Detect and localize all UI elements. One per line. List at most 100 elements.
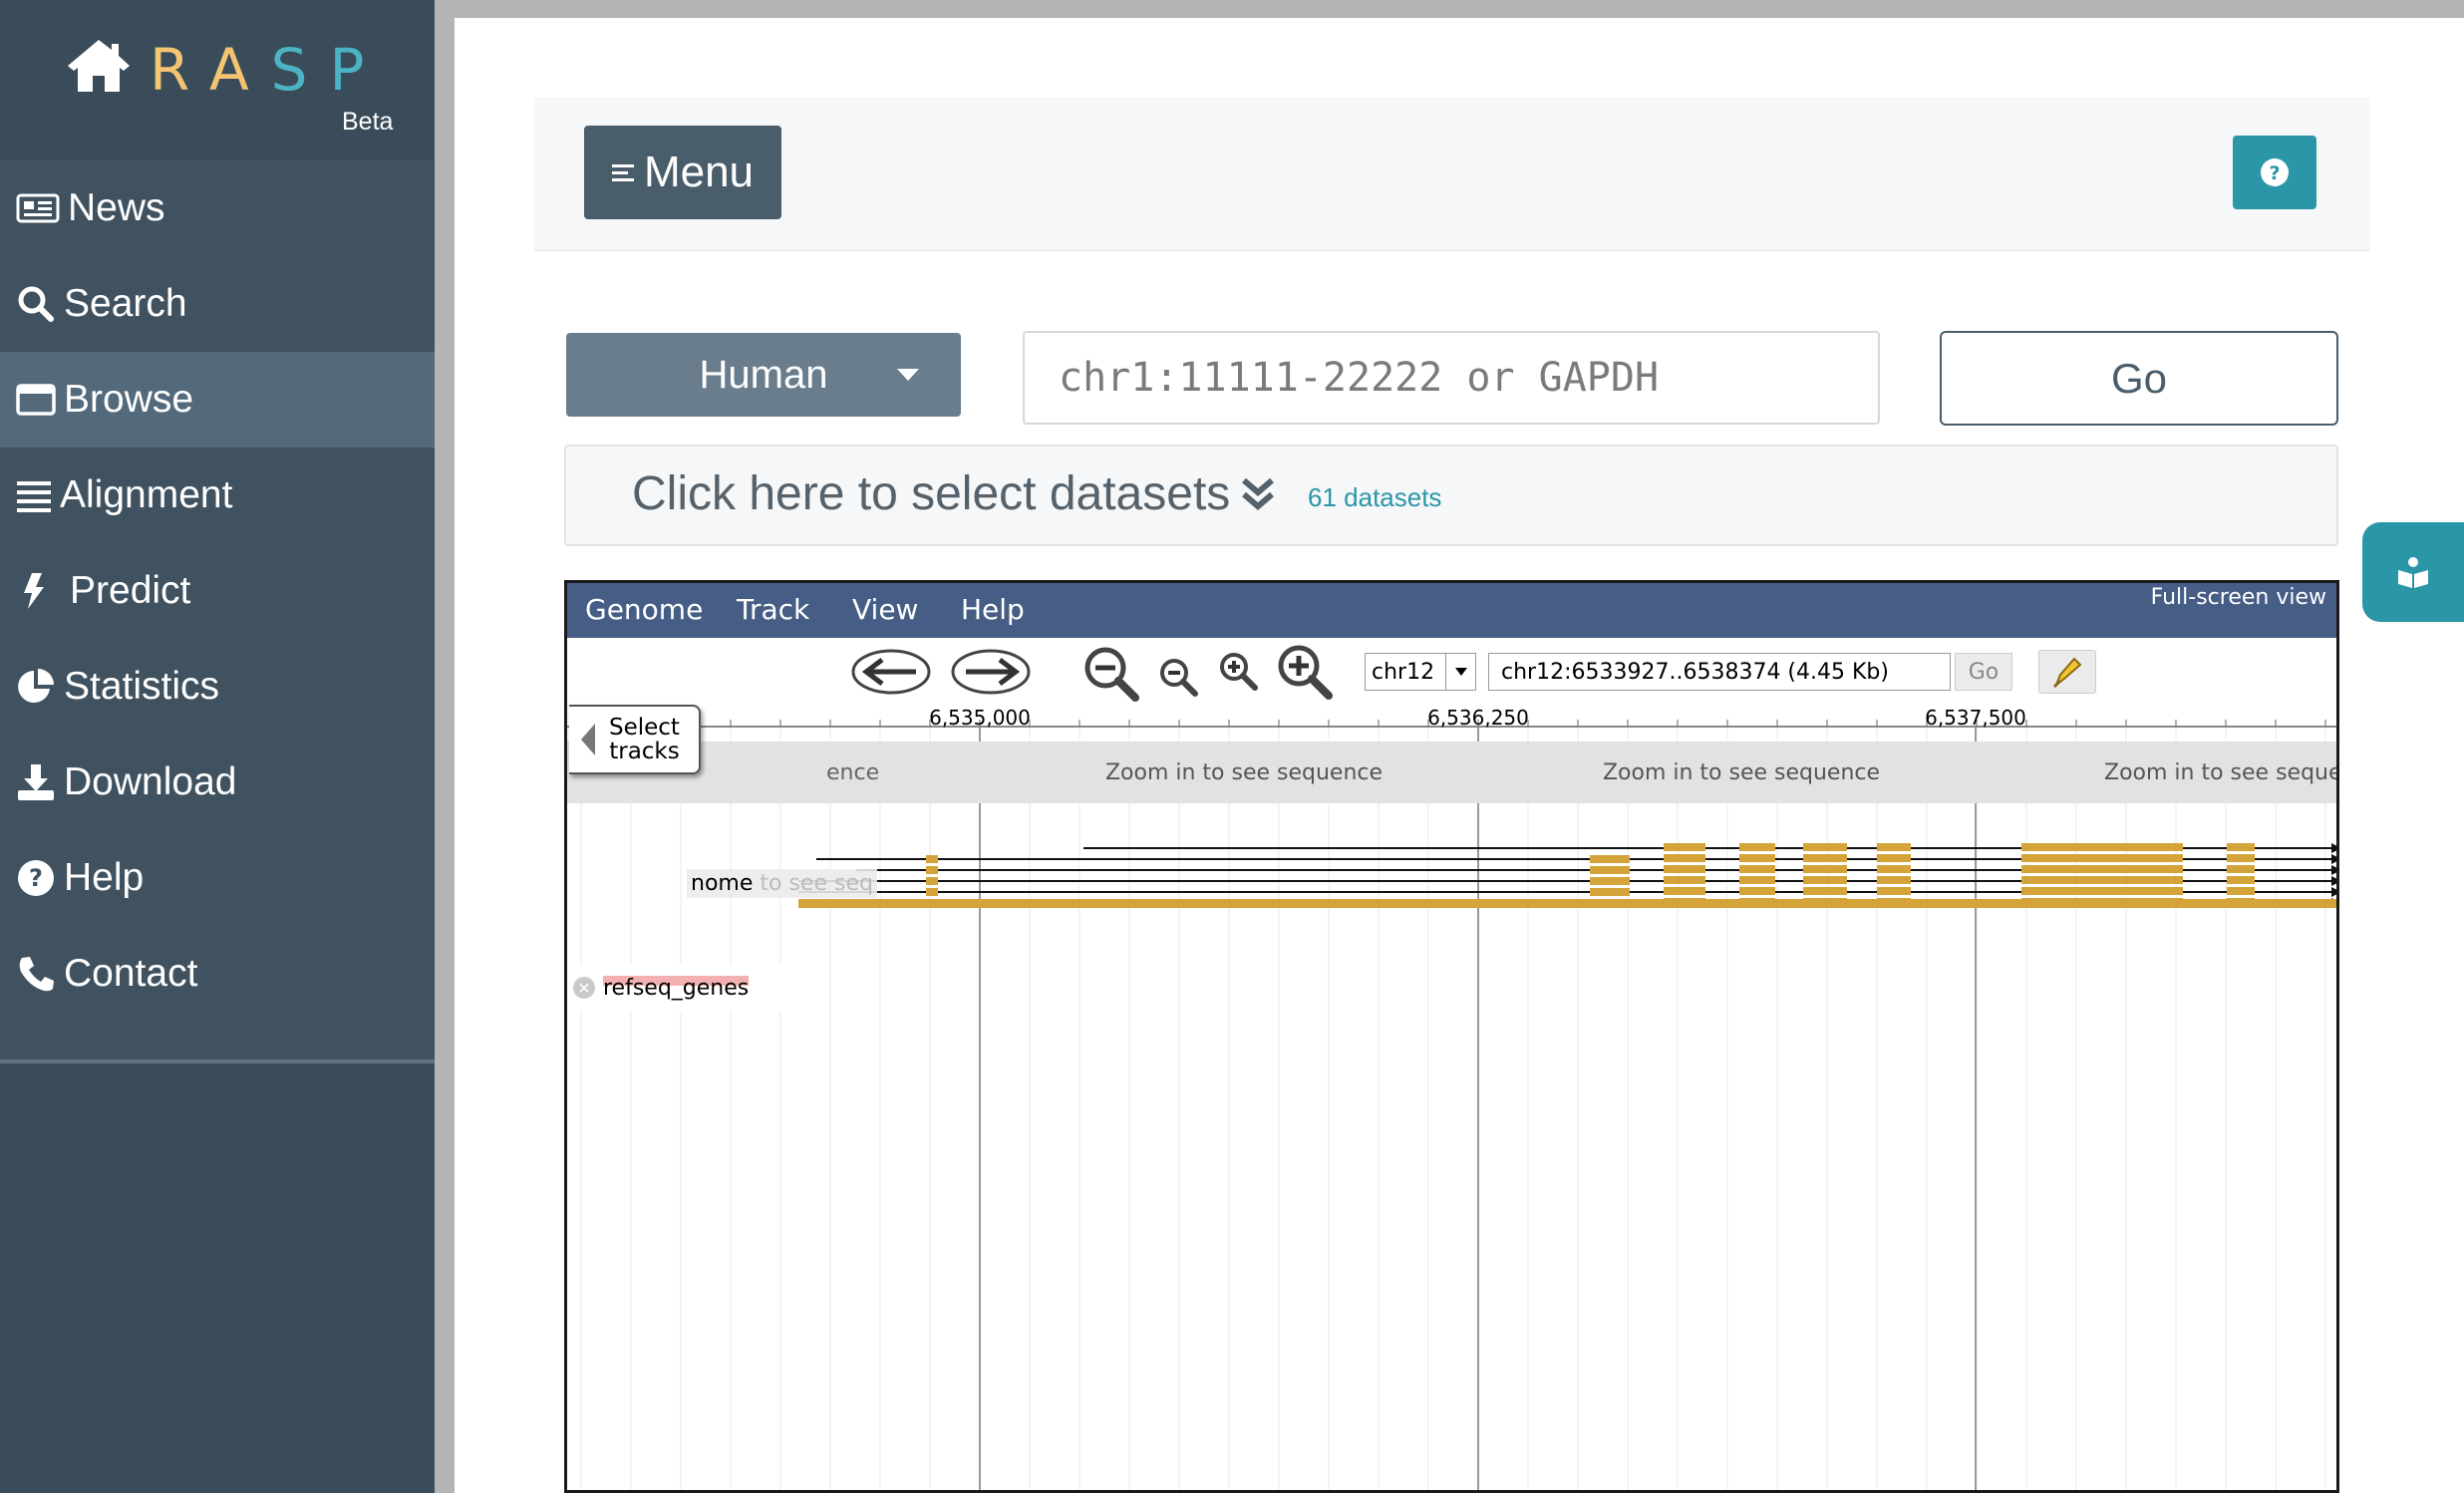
browser-menu-view[interactable]: View	[852, 593, 918, 626]
sidebar-item-label: Alignment	[60, 473, 233, 516]
go-button-label: Go	[2110, 354, 2168, 402]
logo[interactable]: RASP Beta	[0, 0, 435, 160]
sidebar-item-contact[interactable]: Contact	[0, 926, 435, 1022]
transcript-exon	[1877, 865, 1911, 873]
species-dropdown[interactable]: Human	[566, 333, 961, 417]
double-chevron-down-icon	[1242, 477, 1274, 510]
transcript-exon	[2021, 876, 2183, 884]
transcript-exon	[1803, 865, 1847, 873]
sidebar-item-help[interactable]: ? Help	[0, 830, 435, 926]
transcript-exon	[1877, 876, 1911, 884]
question-circle-icon: ?	[18, 860, 54, 896]
species-label: Human	[699, 352, 828, 397]
chromosome-value: chr12	[1372, 659, 1435, 685]
logo-letter-r: R	[150, 36, 209, 104]
pie-chart-icon	[18, 669, 54, 703]
menu-button[interactable]: Menu	[584, 126, 781, 219]
location-input[interactable]	[1488, 653, 1951, 691]
zoom-in-large-icon[interactable]	[1275, 642, 1335, 700]
transcript-exon	[2227, 887, 2255, 895]
sidebar-item-label: Browse	[64, 378, 194, 421]
sidebar-item-browse[interactable]: Browse	[0, 352, 435, 448]
browser-menu-bar: Genome Track View Help Full-screen view	[567, 583, 2336, 638]
beta-label: Beta	[342, 108, 394, 136]
svg-text:?: ?	[29, 864, 43, 892]
caret-down-icon	[897, 369, 919, 381]
browser-menu-track[interactable]: Track	[737, 593, 809, 626]
highlight-button[interactable]	[2038, 650, 2096, 694]
browser-menu-help[interactable]: Help	[961, 593, 1025, 626]
transcript-exon	[1739, 843, 1775, 851]
genome-track-hint-faint: to see seq	[760, 871, 873, 896]
sidebar-item-label: News	[68, 186, 165, 229]
track-label-refseq-genes[interactable]: ✕ refseq_genes	[567, 965, 811, 1011]
pan-right-icon[interactable]	[950, 648, 1032, 696]
strand-arrow	[2331, 843, 2336, 853]
transcript-exon	[2021, 898, 2183, 906]
transcript-exon	[1739, 865, 1775, 873]
chromosome-select[interactable]: chr12	[1365, 653, 1476, 691]
question-circle-icon: ?	[2261, 158, 2289, 186]
zoom-in-small-icon[interactable]	[1217, 650, 1261, 692]
transcript-exon	[1877, 887, 1911, 895]
zoom-out-small-icon[interactable]	[1157, 656, 1201, 698]
full-screen-link[interactable]: Full-screen view	[2151, 585, 2326, 610]
sidebar-item-alignment[interactable]: Alignment	[0, 448, 435, 543]
menu-button-label: Menu	[643, 148, 755, 196]
sequence-hint-3: Zoom in to see sequer	[2104, 760, 2339, 785]
transcript-exon	[2227, 876, 2255, 884]
sidebar-item-statistics[interactable]: Statistics	[0, 639, 435, 735]
pan-left-icon[interactable]	[850, 648, 932, 696]
transcript-exon	[1664, 854, 1705, 862]
transcript-exon	[2021, 865, 2183, 873]
ruler-label-1: 6,535,000	[929, 708, 1031, 730]
track-canvas: 6,535,000 6,536,250 6,537,500 ence Zoom …	[567, 708, 2339, 1490]
browser-menu-genome[interactable]: Genome	[585, 593, 703, 626]
genome-browser: Genome Track View Help Full-screen view …	[564, 580, 2339, 1493]
home-icon	[68, 40, 130, 92]
go-button[interactable]: Go	[1940, 331, 2338, 426]
sidebar-item-search[interactable]: Search	[0, 256, 435, 352]
track-label-genome[interactable]: nome to see seq	[687, 869, 877, 898]
sequence-hint-left: ence	[826, 760, 879, 785]
transcript-exon	[1877, 843, 1911, 851]
transcript-exon	[1877, 854, 1911, 862]
location-go-button[interactable]: Go	[1955, 653, 2012, 691]
transcript-exon	[1803, 843, 1847, 851]
strand-arrow	[2331, 865, 2336, 875]
ruler-label-3: 6,537,500	[1925, 708, 2026, 730]
transcript-exon	[2227, 854, 2255, 862]
transcript-exon	[1803, 876, 1847, 884]
ruler-label-2: 6,536,250	[1427, 708, 1529, 730]
logo-text: RASP	[150, 36, 386, 104]
dataset-selector[interactable]: Click here to select datasets 61 dataset…	[564, 445, 2338, 546]
transcript-exon	[2021, 843, 2183, 851]
help-button[interactable]: ?	[2233, 136, 2316, 209]
close-track-icon[interactable]: ✕	[573, 977, 595, 999]
transcript-exon	[1739, 898, 1775, 906]
bolt-icon	[24, 573, 44, 609]
refseq-track-name: refseq_genes	[603, 975, 750, 1001]
location-go-label: Go	[1968, 659, 2000, 685]
highlighter-icon	[2052, 657, 2082, 689]
transcript-exon	[1590, 866, 1630, 874]
browser-track-area: 6,535,000 6,536,250 6,537,500 ence Zoom …	[567, 708, 2339, 1490]
caret-down-icon	[1445, 654, 1475, 690]
sequence-hint-2: Zoom in to see sequence	[1603, 760, 1880, 785]
download-icon	[18, 764, 54, 800]
transcript-exon	[2227, 865, 2255, 873]
newspaper-icon	[16, 193, 60, 223]
sidebar-item-label: Contact	[64, 952, 198, 995]
select-tracks-button[interactable]: Select tracks	[569, 705, 701, 774]
zoom-out-large-icon[interactable]	[1081, 644, 1141, 702]
sidebar-item-predict[interactable]: Predict	[0, 543, 435, 639]
dataset-count: 61 datasets	[1308, 482, 1442, 512]
strand-arrow	[2331, 887, 2336, 897]
sidebar-item-download[interactable]: Download	[0, 735, 435, 830]
sidebar-item-news[interactable]: News	[0, 160, 435, 256]
align-justify-icon	[17, 481, 51, 512]
transcript-exon	[1877, 898, 1911, 906]
location-search-input[interactable]	[1023, 331, 1880, 425]
side-tab-button[interactable]	[2362, 522, 2464, 622]
window-icon	[16, 384, 56, 416]
